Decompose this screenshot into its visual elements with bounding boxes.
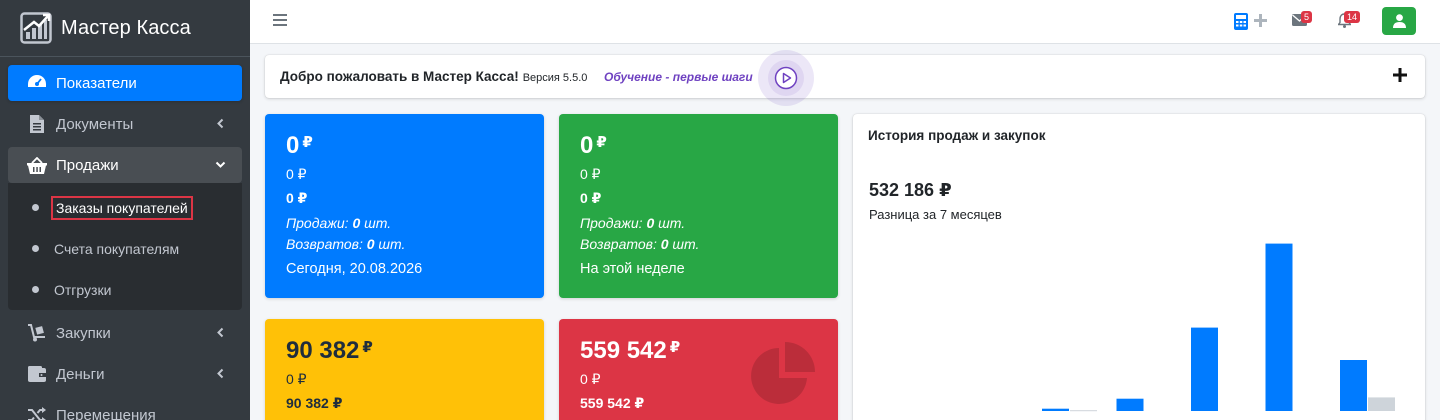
sidebar-nav: Показатели Документы Продажи Заказы поку… xyxy=(0,57,250,420)
chart-bar xyxy=(1070,410,1097,412)
stat-returns-count: Возвратов: 0 шт. xyxy=(286,236,406,252)
chart-bar xyxy=(1042,408,1069,411)
menu-toggle-icon[interactable] xyxy=(273,14,287,26)
stat-period: Сегодня, 20.08.2026 xyxy=(286,261,423,277)
bullet-icon xyxy=(32,245,39,252)
stat-line-1: 0 ₽ xyxy=(580,166,601,182)
sidebar-item-label: Перемещения xyxy=(56,406,156,420)
stat-line-1: 0 ₽ xyxy=(286,166,307,182)
bar-chart xyxy=(1042,243,1395,412)
sales-submenu: Заказы покупателей Счета покупателям Отг… xyxy=(8,183,242,310)
stat-total: 0 ₽ xyxy=(580,132,607,159)
bullet-icon xyxy=(32,286,39,293)
chevron-left-icon xyxy=(217,118,224,129)
shuffle-icon xyxy=(26,405,48,420)
chart-bar xyxy=(1340,360,1367,411)
calculator-icon[interactable] xyxy=(1234,13,1248,30)
stat-total: 90 382 ₽ xyxy=(286,337,373,364)
brand-name: Мастер Касса xyxy=(61,16,191,39)
brand-logo-icon xyxy=(20,12,52,44)
top-navbar: 5 14 xyxy=(250,0,1440,44)
stat-line-1: 0 ₽ xyxy=(580,371,601,387)
stat-total: 0 ₽ xyxy=(286,132,313,159)
sidebar-item-documents[interactable]: Документы xyxy=(8,106,242,142)
chart-bar xyxy=(1368,397,1395,411)
dolly-icon xyxy=(26,323,48,343)
stat-line-2: 559 542 ₽ xyxy=(580,395,645,411)
app-version: Версия 5.5.0 xyxy=(522,72,588,84)
chart-bar xyxy=(1265,243,1293,411)
sidebar-item-label: Документы xyxy=(56,115,134,133)
sidebar-subitem-label: Счета покупателям xyxy=(54,240,180,257)
sidebar-item-label: Закупки xyxy=(56,324,111,342)
basket-icon xyxy=(26,155,48,175)
chevron-left-icon xyxy=(217,368,224,379)
sidebar-subitem-label: Отгрузки xyxy=(54,281,112,298)
notifications-count-badge: 14 xyxy=(1344,11,1361,23)
stat-sales-count: Продажи: 0 шт. xyxy=(580,215,686,231)
sidebar-item-purchases[interactable]: Закупки xyxy=(8,315,242,351)
pie-chart-icon xyxy=(751,342,815,404)
chart-bar xyxy=(1116,398,1144,411)
sidebar-item-dashboard[interactable]: Показатели xyxy=(8,65,242,101)
tutorial-play-button[interactable] xyxy=(758,50,814,106)
stat-period: На этой неделе xyxy=(580,261,685,277)
stat-line-2: 90 382 ₽ xyxy=(286,395,343,411)
dashboard-gauge-icon xyxy=(26,73,48,93)
tutorial-link[interactable]: Обучение - первые шаги xyxy=(604,70,753,84)
mail-count-badge: 5 xyxy=(1301,11,1313,23)
user-menu-button[interactable] xyxy=(1382,7,1416,35)
bullet-icon xyxy=(32,204,39,211)
sidebar-subitem-shipments[interactable]: Отгрузки xyxy=(8,269,242,310)
sales-purchases-chart-card: История продаж и закупок 532 186 ₽ Разни… xyxy=(853,114,1425,420)
sidebar-subitem-label: Заказы покупателей xyxy=(51,195,193,220)
chevron-left-icon xyxy=(217,327,224,338)
sidebar: Мастер Касса Показатели Документы Продаж… xyxy=(0,0,250,420)
user-icon xyxy=(1392,14,1406,28)
stat-line-1: 0 ₽ xyxy=(286,371,307,387)
sidebar-item-money[interactable]: Деньги xyxy=(8,356,242,392)
expand-plus-icon[interactable] xyxy=(1393,68,1407,82)
stat-line-2: 0 ₽ xyxy=(580,190,602,206)
sidebar-item-label: Продажи xyxy=(56,156,119,174)
document-icon xyxy=(26,114,48,134)
welcome-card: Добро пожаловать в Мастер Касса! Версия 5… xyxy=(265,50,1425,106)
stat-box-week[interactable]: 0 ₽ 0 ₽ 0 ₽ Продажи: 0 шт. Возвратов: 0 ш… xyxy=(559,114,838,298)
sidebar-item-label: Деньги xyxy=(56,365,105,383)
stat-line-2: 0 ₽ xyxy=(286,190,308,206)
brand[interactable]: Мастер Касса xyxy=(0,0,250,57)
sidebar-item-label: Показатели xyxy=(56,74,137,92)
sidebar-item-sales[interactable]: Продажи xyxy=(8,147,242,183)
sidebar-item-transfers[interactable]: Перемещения xyxy=(8,397,242,420)
stat-box-month[interactable]: 90 382 ₽ 0 ₽ 90 382 ₽ xyxy=(265,319,544,420)
stat-box-year[interactable]: 559 542 ₽ 0 ₽ 559 542 ₽ xyxy=(559,319,838,420)
chevron-down-icon xyxy=(215,161,226,168)
stat-sales-count: Продажи: 0 шт. xyxy=(286,215,392,231)
plus-icon[interactable] xyxy=(1254,14,1267,27)
stat-total: 559 542 ₽ xyxy=(580,337,681,364)
welcome-title: Добро пожаловать в Мастер Касса! Версия 5… xyxy=(280,69,588,84)
sidebar-subitem-customer-invoices[interactable]: Счета покупателям xyxy=(8,228,242,269)
stat-returns-count: Возвратов: 0 шт. xyxy=(580,236,700,252)
chart-bar xyxy=(1191,327,1218,411)
wallet-icon xyxy=(26,364,48,384)
stat-box-today[interactable]: 0 ₽ 0 ₽ 0 ₽ Продажи: 0 шт. Возвратов: 0 ш… xyxy=(265,114,544,298)
sidebar-subitem-customer-orders[interactable]: Заказы покупателей xyxy=(8,187,242,228)
play-icon xyxy=(774,66,798,90)
